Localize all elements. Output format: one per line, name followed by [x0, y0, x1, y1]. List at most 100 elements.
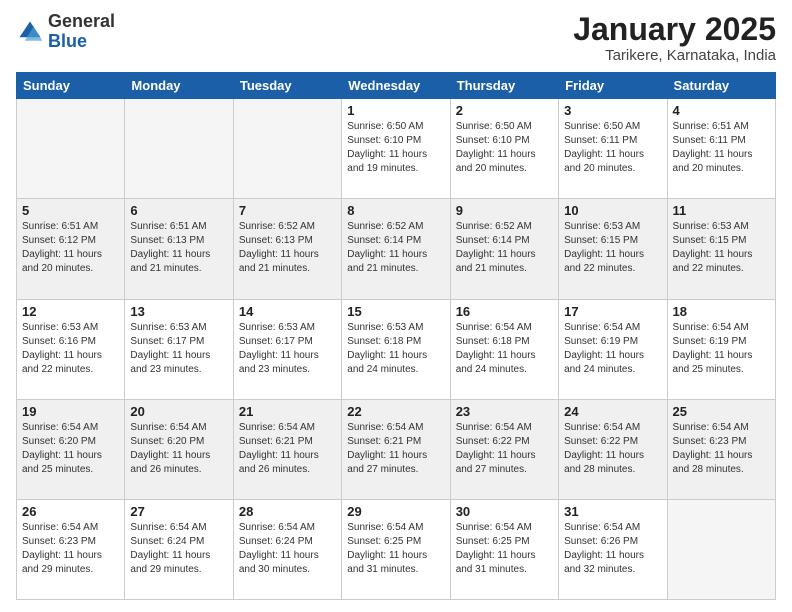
- day-info: Sunrise: 6:54 AM Sunset: 6:25 PM Dayligh…: [456, 521, 553, 577]
- calendar-cell: [17, 99, 125, 199]
- logo-general: General: [48, 12, 115, 32]
- calendar-cell: 2Sunrise: 6:50 AM Sunset: 6:10 PM Daylig…: [450, 99, 558, 199]
- calendar-cell: 6 Sunrise: 6:51 AM Sunset: 6:13 PM Daylig…: [125, 199, 233, 299]
- calendar-cell: 19 Sunrise: 6:54 AM Sunset: 6:20 PM Dayli…: [17, 399, 125, 499]
- day-info: Sunrise: 6:54 AM Sunset: 6:24 PM Dayligh…: [130, 521, 227, 577]
- header: General Blue January 2025 Tarikere, Karn…: [16, 12, 776, 64]
- day-info: Sunrise: 6:53 AM Sunset: 6:15 PM Dayligh…: [673, 220, 770, 276]
- calendar-cell: 9Sunrise: 6:52 AM Sunset: 6:14 PM Daylig…: [450, 199, 558, 299]
- day-number: 13: [130, 304, 227, 319]
- day-number: 4: [673, 103, 770, 118]
- calendar-cell: 23 Sunrise: 6:54 AM Sunset: 6:22 PM Dayli…: [450, 399, 558, 499]
- calendar-week-row: 26 Sunrise: 6:54 AM Sunset: 6:23 PM Dayli…: [17, 499, 776, 599]
- day-info: Sunrise: 6:52 AM Sunset: 6:14 PM Dayligh…: [347, 220, 444, 276]
- logo-icon: [16, 18, 44, 46]
- day-number: 7: [239, 203, 336, 218]
- weekday-header-wednesday: Wednesday: [342, 73, 450, 99]
- calendar-cell: 11 Sunrise: 6:53 AM Sunset: 6:15 PM Dayli…: [667, 199, 775, 299]
- day-number: 1: [347, 103, 444, 118]
- day-info: Sunrise: 6:53 AM Sunset: 6:17 PM Dayligh…: [239, 321, 336, 377]
- calendar-cell: 14 Sunrise: 6:53 AM Sunset: 6:17 PM Dayli…: [233, 299, 341, 399]
- day-number: 27: [130, 504, 227, 519]
- logo: General Blue: [16, 12, 115, 52]
- day-info: Sunrise: 6:51 AM Sunset: 6:13 PM Dayligh…: [130, 220, 227, 276]
- day-info: Sunrise: 6:54 AM Sunset: 6:22 PM Dayligh…: [456, 421, 553, 477]
- day-number: 11: [673, 203, 770, 218]
- calendar-cell: 29 Sunrise: 6:54 AM Sunset: 6:25 PM Dayli…: [342, 499, 450, 599]
- title-block: January 2025 Tarikere, Karnataka, India: [573, 12, 776, 64]
- calendar-cell: 22Sunrise: 6:54 AM Sunset: 6:21 PM Dayli…: [342, 399, 450, 499]
- calendar-week-row: 1 Sunrise: 6:50 AM Sunset: 6:10 PM Daylig…: [17, 99, 776, 199]
- calendar-cell: 26 Sunrise: 6:54 AM Sunset: 6:23 PM Dayli…: [17, 499, 125, 599]
- day-number: 17: [564, 304, 661, 319]
- weekday-header-row: SundayMondayTuesdayWednesdayThursdayFrid…: [17, 73, 776, 99]
- calendar-cell: [125, 99, 233, 199]
- day-info: Sunrise: 6:54 AM Sunset: 6:21 PM Dayligh…: [239, 421, 336, 477]
- day-info: Sunrise: 6:53 AM Sunset: 6:16 PM Dayligh…: [22, 321, 119, 377]
- day-info: Sunrise: 6:54 AM Sunset: 6:19 PM Dayligh…: [673, 321, 770, 377]
- calendar-cell: 31Sunrise: 6:54 AM Sunset: 6:26 PM Dayli…: [559, 499, 667, 599]
- day-number: 6: [130, 203, 227, 218]
- calendar-cell: 21 Sunrise: 6:54 AM Sunset: 6:21 PM Dayli…: [233, 399, 341, 499]
- calendar-cell: 18 Sunrise: 6:54 AM Sunset: 6:19 PM Dayli…: [667, 299, 775, 399]
- day-number: 30: [456, 504, 553, 519]
- day-info: Sunrise: 6:54 AM Sunset: 6:19 PM Dayligh…: [564, 321, 661, 377]
- day-info: Sunrise: 6:54 AM Sunset: 6:23 PM Dayligh…: [22, 521, 119, 577]
- weekday-header-tuesday: Tuesday: [233, 73, 341, 99]
- calendar-cell: 25 Sunrise: 6:54 AM Sunset: 6:23 PM Dayli…: [667, 399, 775, 499]
- day-number: 8: [347, 203, 444, 218]
- day-info: Sunrise: 6:54 AM Sunset: 6:20 PM Dayligh…: [22, 421, 119, 477]
- calendar-cell: 24 Sunrise: 6:54 AM Sunset: 6:22 PM Dayli…: [559, 399, 667, 499]
- sub-title: Tarikere, Karnataka, India: [573, 47, 776, 64]
- day-info: Sunrise: 6:53 AM Sunset: 6:15 PM Dayligh…: [564, 220, 661, 276]
- weekday-header-monday: Monday: [125, 73, 233, 99]
- calendar-cell: 27 Sunrise: 6:54 AM Sunset: 6:24 PM Dayli…: [125, 499, 233, 599]
- calendar-cell: 13 Sunrise: 6:53 AM Sunset: 6:17 PM Dayli…: [125, 299, 233, 399]
- day-info: Sunrise: 6:53 AM Sunset: 6:18 PM Dayligh…: [347, 321, 444, 377]
- day-info: Sunrise: 6:54 AM Sunset: 6:21 PM Dayligh…: [347, 421, 444, 477]
- weekday-header-sunday: Sunday: [17, 73, 125, 99]
- day-number: 9: [456, 203, 553, 218]
- day-number: 3: [564, 103, 661, 118]
- day-info: Sunrise: 6:51 AM Sunset: 6:11 PM Dayligh…: [673, 120, 770, 176]
- calendar-week-row: 19 Sunrise: 6:54 AM Sunset: 6:20 PM Dayli…: [17, 399, 776, 499]
- day-number: 25: [673, 404, 770, 419]
- day-number: 29: [347, 504, 444, 519]
- day-number: 15: [347, 304, 444, 319]
- weekday-header-friday: Friday: [559, 73, 667, 99]
- day-info: Sunrise: 6:53 AM Sunset: 6:17 PM Dayligh…: [130, 321, 227, 377]
- day-info: Sunrise: 6:54 AM Sunset: 6:22 PM Dayligh…: [564, 421, 661, 477]
- calendar-cell: 17 Sunrise: 6:54 AM Sunset: 6:19 PM Dayli…: [559, 299, 667, 399]
- day-number: 31: [564, 504, 661, 519]
- calendar-week-row: 5Sunrise: 6:51 AM Sunset: 6:12 PM Daylig…: [17, 199, 776, 299]
- weekday-header-thursday: Thursday: [450, 73, 558, 99]
- day-number: 28: [239, 504, 336, 519]
- day-number: 12: [22, 304, 119, 319]
- day-number: 19: [22, 404, 119, 419]
- day-number: 14: [239, 304, 336, 319]
- day-info: Sunrise: 6:54 AM Sunset: 6:18 PM Dayligh…: [456, 321, 553, 377]
- day-info: Sunrise: 6:54 AM Sunset: 6:20 PM Dayligh…: [130, 421, 227, 477]
- day-number: 21: [239, 404, 336, 419]
- page: General Blue January 2025 Tarikere, Karn…: [0, 0, 792, 612]
- day-info: Sunrise: 6:54 AM Sunset: 6:23 PM Dayligh…: [673, 421, 770, 477]
- day-info: Sunrise: 6:50 AM Sunset: 6:10 PM Dayligh…: [347, 120, 444, 176]
- calendar-cell: 20 Sunrise: 6:54 AM Sunset: 6:20 PM Dayli…: [125, 399, 233, 499]
- day-info: Sunrise: 6:54 AM Sunset: 6:25 PM Dayligh…: [347, 521, 444, 577]
- day-number: 20: [130, 404, 227, 419]
- calendar-cell: 12 Sunrise: 6:53 AM Sunset: 6:16 PM Dayli…: [17, 299, 125, 399]
- calendar-cell: 16 Sunrise: 6:54 AM Sunset: 6:18 PM Dayli…: [450, 299, 558, 399]
- calendar-cell: 1 Sunrise: 6:50 AM Sunset: 6:10 PM Daylig…: [342, 99, 450, 199]
- calendar-cell: [233, 99, 341, 199]
- calendar-cell: 3Sunrise: 6:50 AM Sunset: 6:11 PM Daylig…: [559, 99, 667, 199]
- day-number: 10: [564, 203, 661, 218]
- day-number: 24: [564, 404, 661, 419]
- main-title: January 2025: [573, 12, 776, 47]
- day-number: 26: [22, 504, 119, 519]
- day-number: 18: [673, 304, 770, 319]
- day-info: Sunrise: 6:52 AM Sunset: 6:13 PM Dayligh…: [239, 220, 336, 276]
- day-number: 23: [456, 404, 553, 419]
- logo-text: General Blue: [48, 12, 115, 52]
- calendar-cell: 10 Sunrise: 6:53 AM Sunset: 6:15 PM Dayli…: [559, 199, 667, 299]
- day-number: 16: [456, 304, 553, 319]
